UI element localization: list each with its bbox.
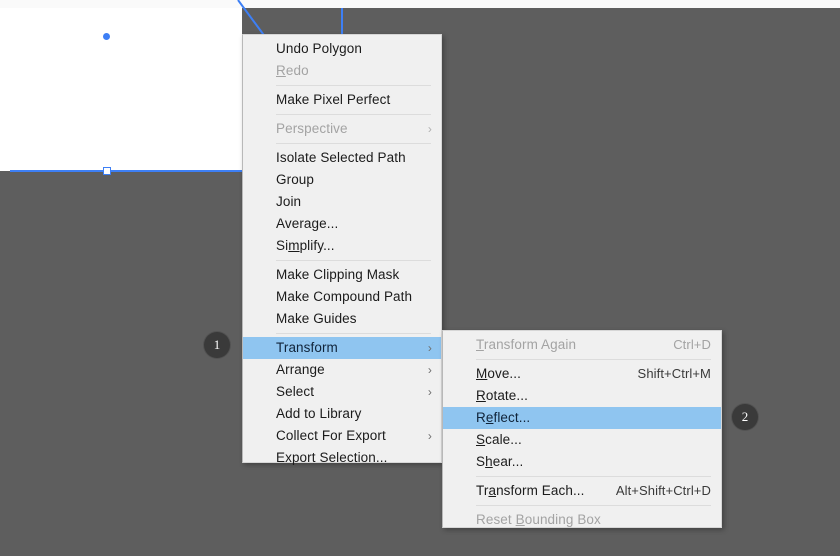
menu-item-label: Reset Bounding Box	[476, 509, 601, 531]
menu-item-label: Arrange	[276, 359, 325, 381]
step-badge-2-label: 2	[742, 409, 749, 425]
menu-item-isolate-selected-path[interactable]: Isolate Selected Path	[243, 147, 441, 169]
chevron-right-icon: ›	[428, 123, 432, 135]
selection-anchor-handle[interactable]	[103, 167, 111, 175]
menu-item-transform-again: Transform Again Ctrl+D	[443, 334, 721, 356]
canvas-top-strip	[0, 0, 840, 8]
menu-item-average[interactable]: Average...	[243, 213, 441, 235]
menu-item-label: Isolate Selected Path	[276, 147, 406, 169]
menu-item-make-guides[interactable]: Make Guides	[243, 308, 441, 330]
menu-item-label: Transform	[276, 337, 338, 359]
menu-item-label: Reflect...	[476, 407, 530, 429]
menu-separator	[476, 505, 711, 506]
menu-item-group[interactable]: Group	[243, 169, 441, 191]
menu-item-move[interactable]: Move... Shift+Ctrl+M	[443, 363, 721, 385]
menu-item-label: Average...	[276, 213, 338, 235]
menu-separator	[276, 260, 431, 261]
selection-guide-vertical	[341, 8, 343, 34]
menu-separator	[276, 85, 431, 86]
menu-item-label: Select	[276, 381, 314, 403]
menu-separator	[276, 114, 431, 115]
menu-item-label: Transform Again	[476, 334, 576, 356]
menu-item-make-compound-path[interactable]: Make Compound Path	[243, 286, 441, 308]
menu-item-perspective: Perspective ›	[243, 118, 441, 140]
menu-item-reset-bounding-box: Reset Bounding Box	[443, 509, 721, 531]
menu-item-collect-for-export[interactable]: Collect For Export ›	[243, 425, 441, 447]
menu-item-label: Transform Each...	[476, 480, 585, 502]
canvas-context-menu[interactable]: Undo PolygonRedo Make Pixel Perfect Perspe…	[242, 34, 442, 463]
app-canvas: Undo PolygonRedo Make Pixel Perfect Perspe…	[0, 0, 840, 556]
menu-item-undo-polygon[interactable]: Undo Polygon	[243, 38, 441, 60]
selection-anchor-point[interactable]	[103, 33, 110, 40]
menu-separator	[276, 333, 431, 334]
menu-item-rotate[interactable]: Rotate...	[443, 385, 721, 407]
chevron-right-icon: ›	[428, 430, 432, 442]
menu-separator	[476, 476, 711, 477]
selection-edge-bottom	[10, 170, 242, 172]
step-badge-1: 1	[204, 332, 230, 358]
menu-item-label: Scale...	[476, 429, 522, 451]
menu-item-label: Redo	[276, 60, 309, 82]
menu-item-redo: Redo	[243, 60, 441, 82]
menu-item-shortcut: Alt+Shift+Ctrl+D	[590, 480, 711, 502]
menu-item-transform[interactable]: Transform ›	[243, 337, 441, 359]
menu-item-label: Make Pixel Perfect	[276, 89, 390, 111]
menu-item-label: Group	[276, 169, 314, 191]
menu-item-reflect[interactable]: Reflect...	[443, 407, 721, 429]
menu-item-shortcut: Shift+Ctrl+M	[612, 363, 711, 385]
menu-item-transform-each[interactable]: Transform Each...Alt+Shift+Ctrl+D	[443, 480, 721, 502]
menu-item-arrange[interactable]: Arrange ›	[243, 359, 441, 381]
menu-item-label: Add to Library	[276, 403, 361, 425]
chevron-right-icon: ›	[428, 342, 432, 354]
menu-separator	[476, 359, 711, 360]
artboard[interactable]	[0, 8, 242, 171]
menu-item-add-to-library[interactable]: Add to Library	[243, 403, 441, 425]
menu-item-label: Shear...	[476, 451, 523, 473]
menu-item-join[interactable]: Join	[243, 191, 441, 213]
menu-item-simplify[interactable]: Simplify...	[243, 235, 441, 257]
menu-item-label: Join	[276, 191, 301, 213]
menu-item-label: Perspective	[276, 118, 348, 140]
menu-item-label: Make Compound Path	[276, 286, 412, 308]
menu-item-scale[interactable]: Scale...	[443, 429, 721, 451]
chevron-right-icon: ›	[428, 364, 432, 376]
chevron-right-icon: ›	[428, 386, 432, 398]
menu-separator	[276, 143, 431, 144]
menu-item-label: Make Clipping Mask	[276, 264, 399, 286]
menu-item-shear[interactable]: Shear...	[443, 451, 721, 473]
menu-item-export-selection[interactable]: Export Selection...	[243, 447, 441, 469]
menu-item-label: Rotate...	[476, 385, 528, 407]
menu-item-label: Undo Polygon	[276, 38, 362, 60]
menu-item-label: Move...	[476, 363, 521, 385]
menu-item-select[interactable]: Select ›	[243, 381, 441, 403]
menu-item-label: Collect For Export	[276, 425, 386, 447]
menu-item-make-pixel-perfect[interactable]: Make Pixel Perfect	[243, 89, 441, 111]
menu-item-label: Simplify...	[276, 235, 335, 257]
step-badge-2: 2	[732, 404, 758, 430]
menu-item-label: Make Guides	[276, 308, 357, 330]
menu-item-make-clipping-mask[interactable]: Make Clipping Mask	[243, 264, 441, 286]
step-badge-1-label: 1	[214, 337, 221, 353]
menu-item-shortcut: Ctrl+D	[647, 334, 711, 356]
menu-item-label: Export Selection...	[276, 447, 387, 469]
transform-submenu[interactable]: Transform Again Ctrl+D Move... Shift+Ctrl+M…	[442, 330, 722, 528]
